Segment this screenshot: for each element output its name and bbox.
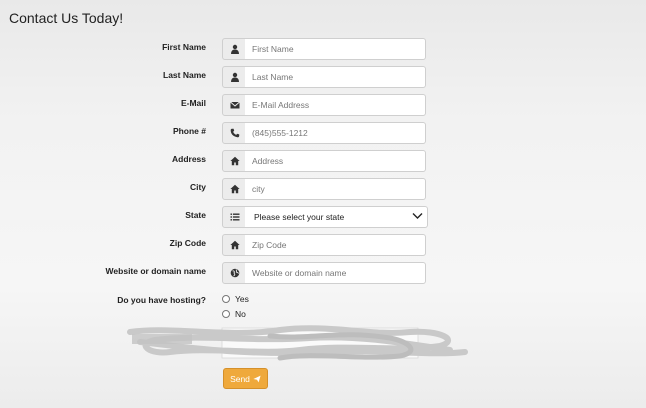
user-icon xyxy=(222,66,247,88)
home-icon xyxy=(222,234,247,256)
zip-row: Zip Code xyxy=(0,234,646,256)
first-name-input[interactable] xyxy=(245,38,426,60)
address-input[interactable] xyxy=(245,150,426,172)
chevron-down-icon xyxy=(412,213,423,219)
globe-icon xyxy=(222,262,247,284)
website-input[interactable] xyxy=(245,262,426,284)
hosting-no-option[interactable]: No xyxy=(222,307,246,321)
last-name-input[interactable] xyxy=(245,66,426,88)
website-label: Website or domain name xyxy=(105,266,206,276)
phone-icon xyxy=(222,122,247,144)
website-row: Website or domain name xyxy=(0,262,646,284)
zip-label: Zip Code xyxy=(169,238,206,248)
email-row: E-Mail xyxy=(0,94,646,116)
city-row: City xyxy=(0,178,646,200)
list-icon xyxy=(222,206,247,228)
zip-input[interactable] xyxy=(245,234,426,256)
send-icon xyxy=(253,375,261,382)
state-label: State xyxy=(185,210,206,220)
hosting-yes-radio[interactable] xyxy=(222,295,230,303)
first-name-label: First Name xyxy=(162,42,206,52)
address-label: Address xyxy=(171,154,206,164)
hosting-yes-label: Yes xyxy=(235,294,249,304)
email-label: E-Mail xyxy=(180,98,206,108)
phone-label: Phone # xyxy=(172,126,206,136)
last-name-row: Last Name xyxy=(0,66,646,88)
phone-row: Phone # xyxy=(0,122,646,144)
city-label: City xyxy=(189,182,206,192)
home-icon xyxy=(222,150,247,172)
city-input[interactable] xyxy=(245,178,426,200)
hosting-no-radio[interactable] xyxy=(222,310,230,318)
send-button[interactable]: Send xyxy=(223,368,268,389)
envelope-icon xyxy=(222,94,247,116)
hosting-yes-option[interactable]: Yes xyxy=(222,292,249,306)
phone-input[interactable] xyxy=(245,122,426,144)
hosting-no-label: No xyxy=(235,309,246,319)
hosting-label: Do you have hosting? xyxy=(117,295,206,305)
first-name-row: First Name xyxy=(0,38,646,60)
address-row: Address xyxy=(0,150,646,172)
state-select-value: Please select your state xyxy=(254,212,345,222)
redaction-scribble xyxy=(127,325,468,361)
state-select[interactable]: Please select your state xyxy=(245,206,428,228)
last-name-label: Last Name xyxy=(163,70,206,80)
state-row: State Please select your state xyxy=(0,206,646,228)
user-icon xyxy=(222,38,247,60)
hosting-row: Do you have hosting? xyxy=(0,292,646,314)
home-icon xyxy=(222,178,247,200)
send-button-label: Send xyxy=(230,373,250,384)
email-input[interactable] xyxy=(245,94,426,116)
page-title: Contact Us Today! xyxy=(9,10,124,26)
